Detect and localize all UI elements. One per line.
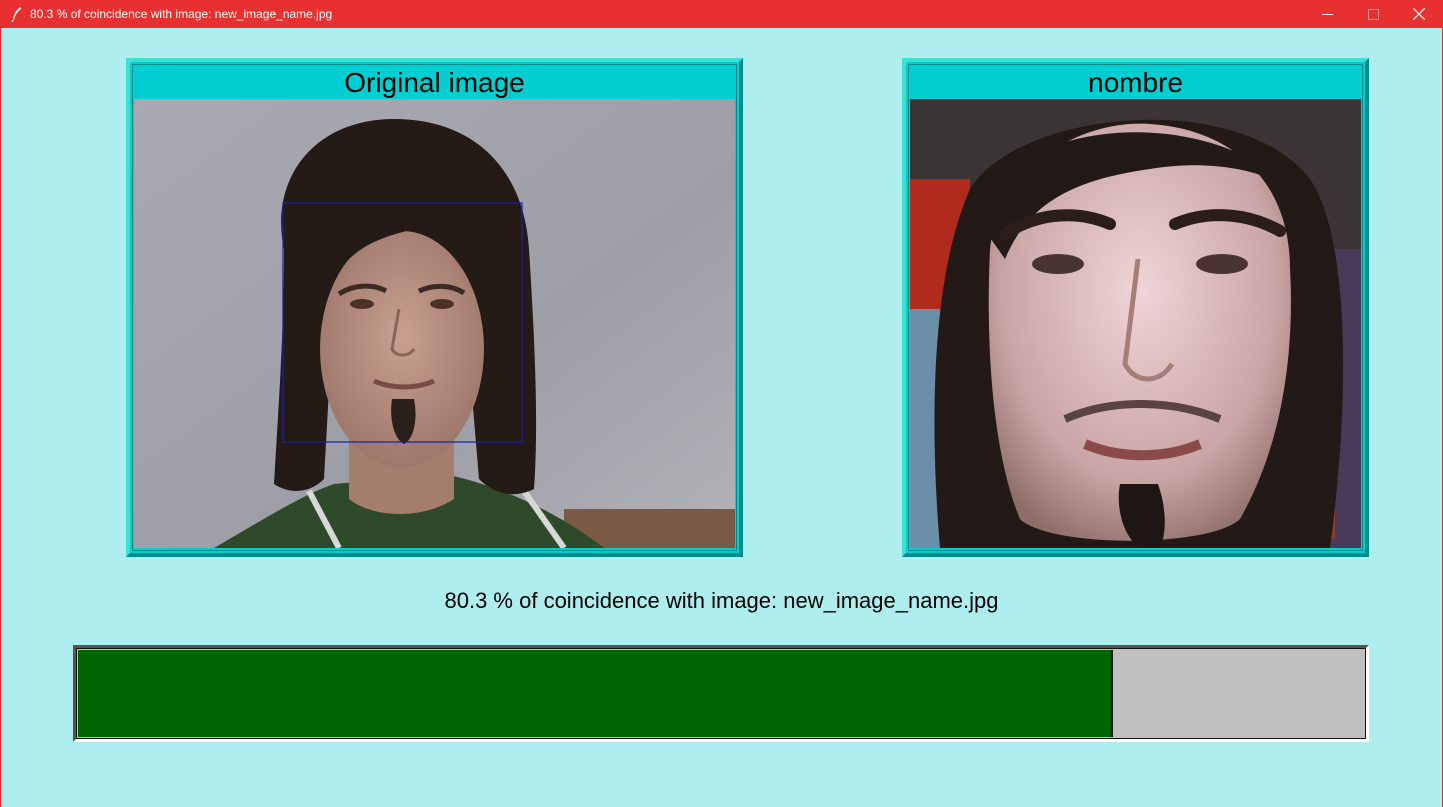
original-photo	[134, 99, 735, 548]
matched-photo	[910, 99, 1361, 548]
close-icon	[1413, 8, 1425, 20]
window-border-left	[0, 28, 1, 807]
minimize-icon	[1321, 13, 1333, 15]
matched-image-title: nombre	[1088, 67, 1183, 98]
coincidence-progress-bar	[73, 645, 1369, 742]
maximize-button[interactable]	[1350, 0, 1396, 28]
window-titlebar: 80.3 % of coincidence with image: new_im…	[0, 0, 1443, 28]
matched-photo-graphic	[910, 99, 1361, 548]
minimize-button[interactable]	[1304, 0, 1350, 28]
close-button[interactable]	[1396, 0, 1442, 28]
progress-fill	[78, 650, 1113, 737]
feather-icon	[11, 7, 21, 22]
match-status-text: 80.3 % of coincidence with image: new_im…	[444, 588, 999, 613]
original-photo-graphic	[134, 99, 735, 548]
matched-image-panel: nombre	[902, 58, 1369, 557]
maximize-icon	[1367, 8, 1379, 20]
window-title: 80.3 % of coincidence with image: new_im…	[30, 7, 333, 21]
original-image-panel: Original image	[126, 58, 743, 557]
original-image-title: Original image	[344, 67, 525, 98]
